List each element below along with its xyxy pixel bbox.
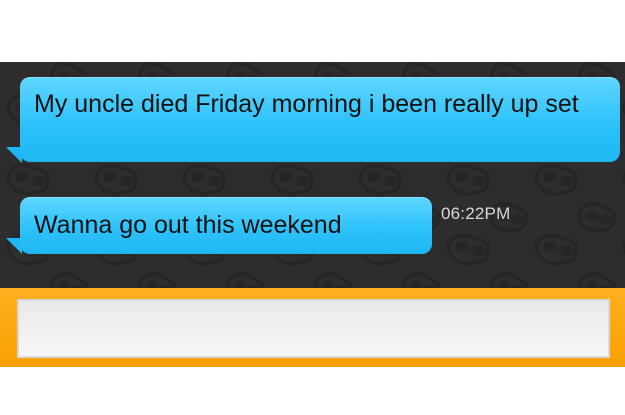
screenshot: My uncle died Friday morning i been real… [0, 0, 625, 415]
message-text: Wanna go out this weekend [34, 211, 342, 239]
message-input[interactable] [17, 299, 610, 358]
message-bubble[interactable]: My uncle died Friday morning i been real… [20, 77, 620, 162]
compose-bar [0, 288, 625, 367]
message-bubble[interactable]: Wanna go out this weekend [20, 197, 432, 254]
message-text: My uncle died Friday morning i been real… [34, 90, 579, 118]
message-timestamp: 06:22PM [441, 204, 511, 223]
conversation-area[interactable]: My uncle died Friday morning i been real… [0, 62, 625, 288]
